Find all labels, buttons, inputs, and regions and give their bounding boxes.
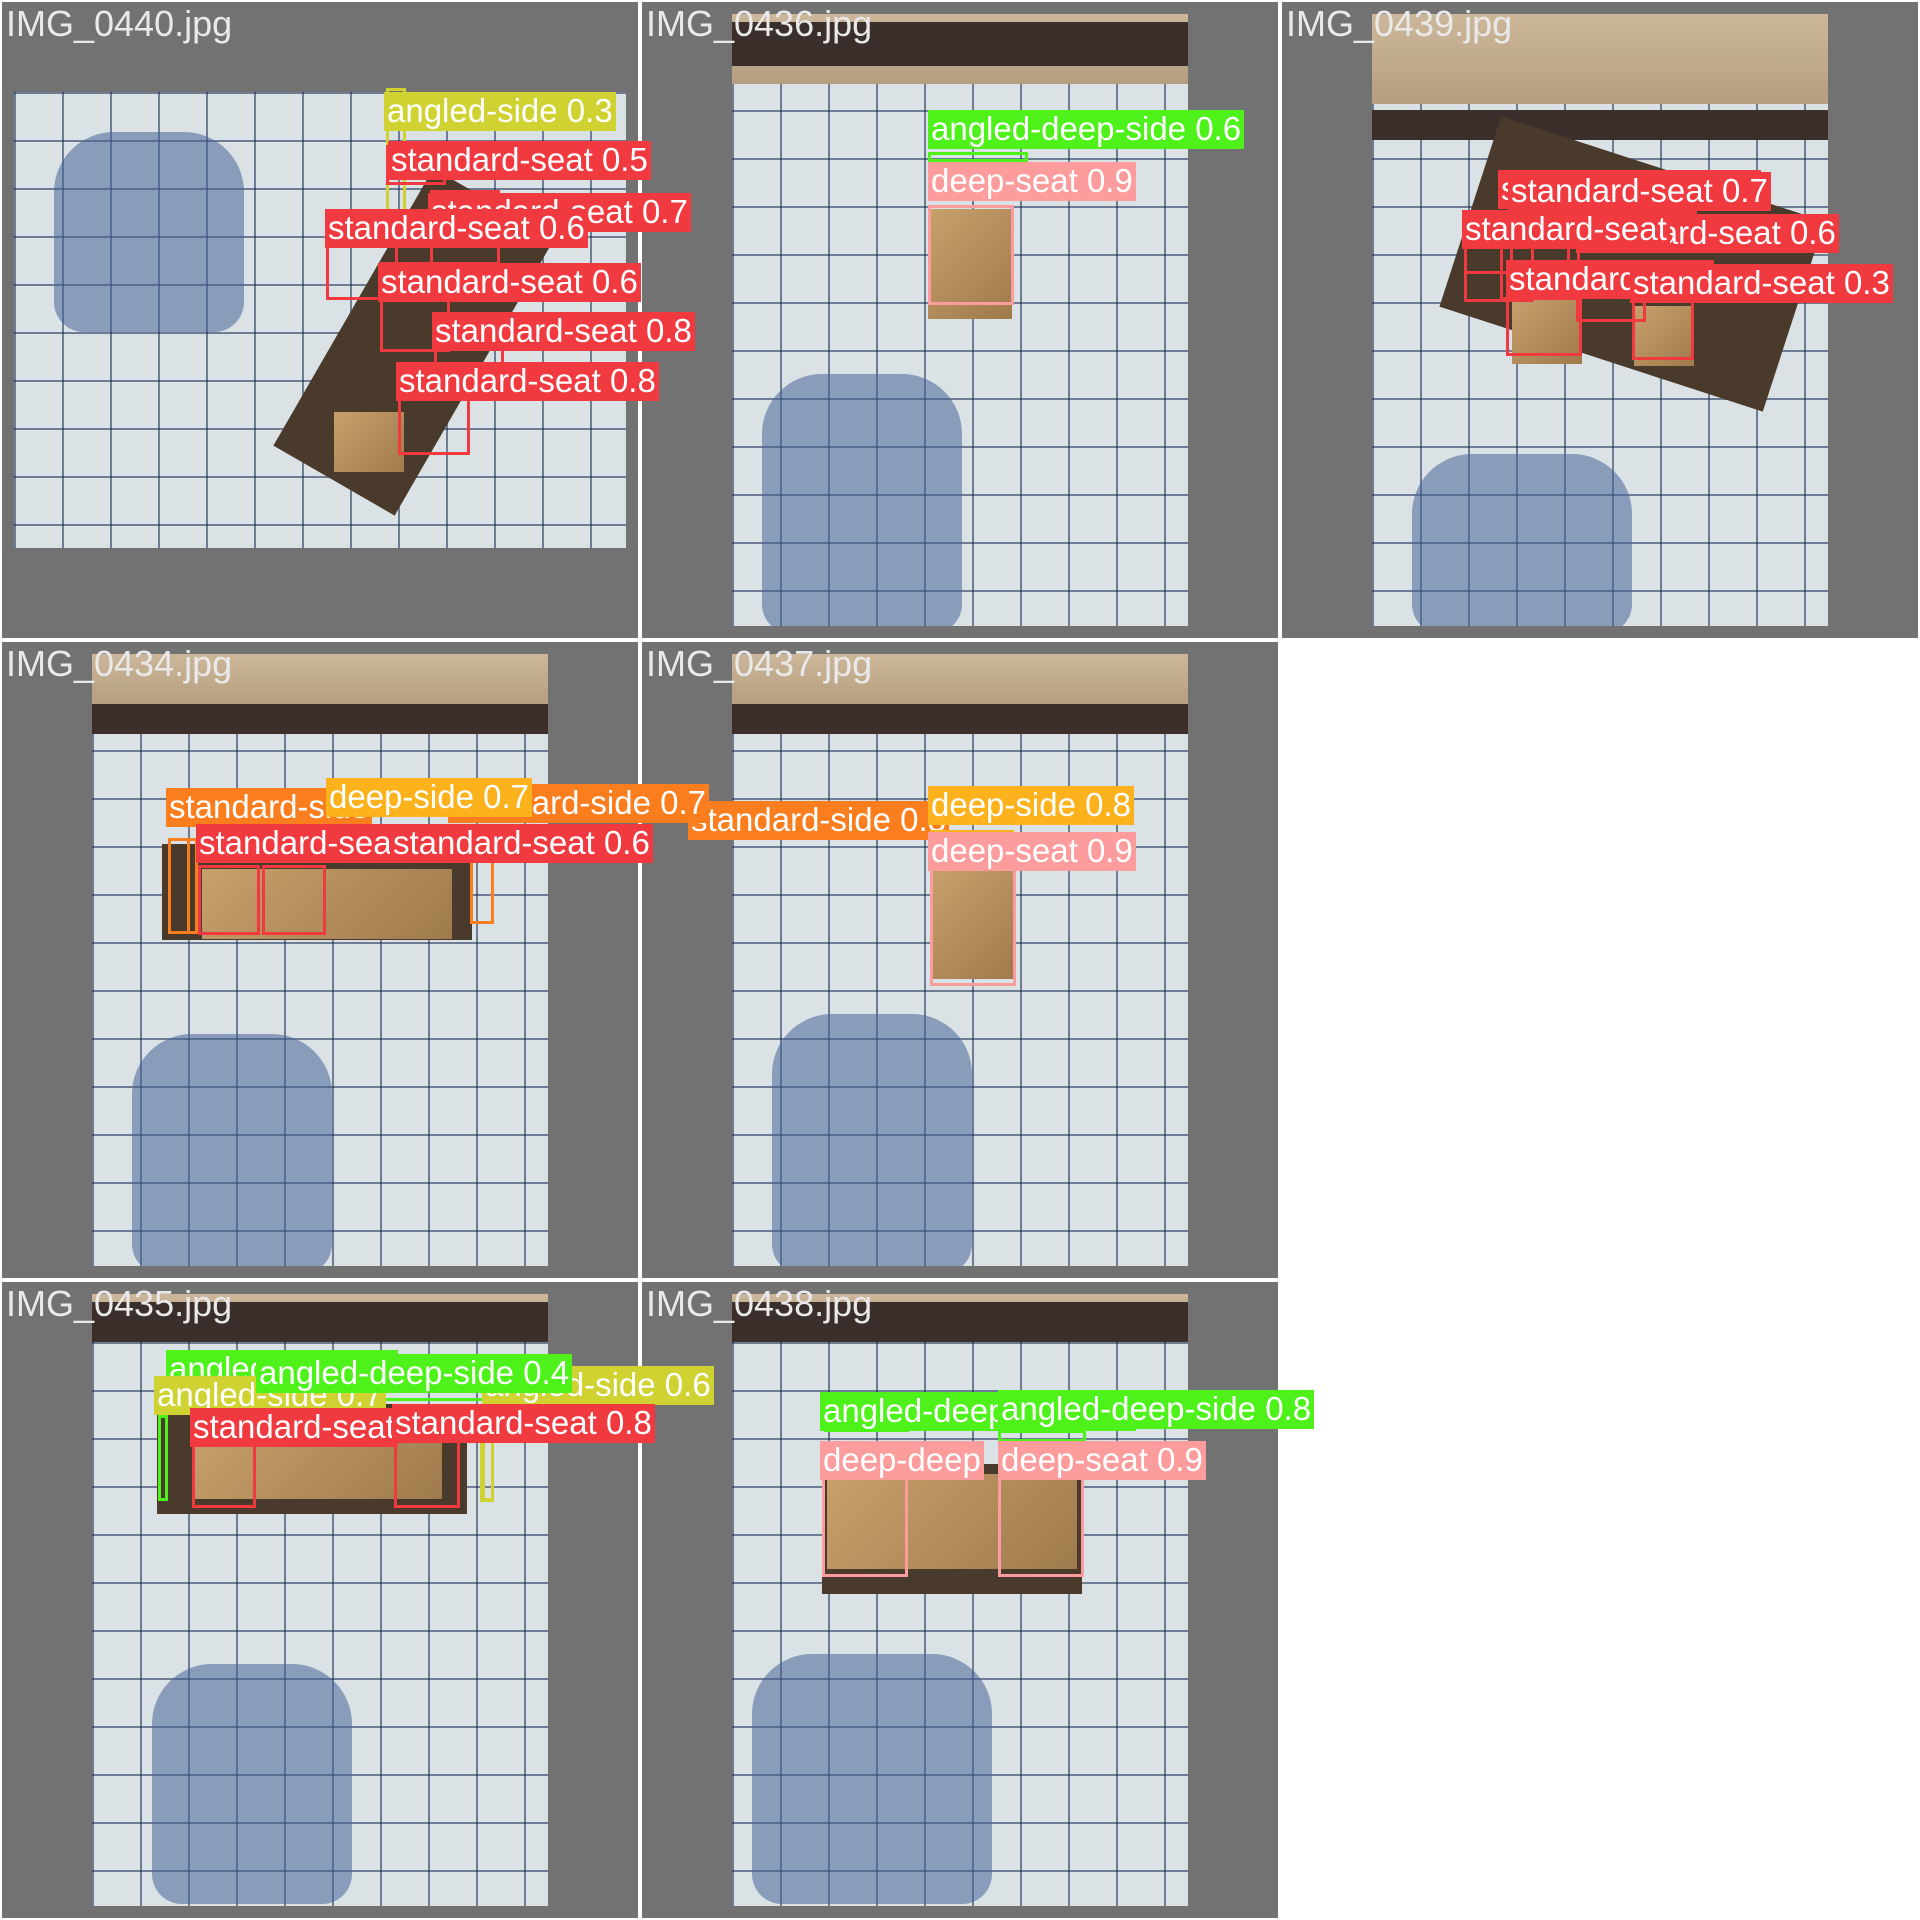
table-edge (1372, 110, 1828, 140)
wood-block (827, 1474, 1077, 1569)
hand-shadow (772, 1014, 972, 1266)
tile-filename: IMG_0440.jpg (6, 3, 233, 44)
hand-shadow (54, 132, 244, 332)
wood-block (928, 209, 1012, 319)
tile-img-0438: IMG_0438.jpg (642, 1282, 1278, 1918)
wood-block (1439, 116, 1825, 412)
photo (732, 1294, 1188, 1906)
tile-img-0439: IMG_0439.jpg (1282, 2, 1918, 638)
table-edge (732, 704, 1188, 734)
wood-block (334, 412, 404, 472)
tile-img-0436: IMG_0436.jpg (642, 2, 1278, 638)
wood-block (1634, 306, 1694, 366)
tile-img-0435: IMG_0435.jpg (2, 1282, 638, 1918)
table-edge (92, 704, 548, 734)
tile-img-0440: IMG_0440.jpg (2, 2, 638, 638)
photo (92, 1294, 548, 1906)
wood-block (192, 1429, 442, 1499)
photo (732, 14, 1188, 626)
photo (1372, 14, 1828, 626)
tile-img-0434: IMG_0434.jpg (2, 642, 638, 1278)
photo (14, 92, 626, 548)
hand-shadow (132, 1034, 332, 1266)
tile-filename: IMG_0434.jpg (6, 643, 233, 684)
hand-shadow (762, 374, 962, 626)
hand-shadow (152, 1664, 352, 1904)
wood-block (1512, 294, 1582, 364)
tile-filename: IMG_0439.jpg (1286, 3, 1513, 44)
tile-img-0437: IMG_0437.jpg (642, 642, 1278, 1278)
wood-block (273, 168, 555, 516)
tile-filename: IMG_0438.jpg (646, 1283, 873, 1324)
tile-filename: IMG_0437.jpg (646, 643, 873, 684)
hand-shadow (1412, 454, 1632, 626)
tile-filename: IMG_0435.jpg (6, 1283, 233, 1324)
wood-block (202, 869, 452, 939)
photo (92, 654, 548, 1266)
hand-shadow (752, 1654, 992, 1904)
wood-block (932, 869, 1016, 979)
photo (732, 654, 1188, 1266)
tile-filename: IMG_0436.jpg (646, 3, 873, 44)
